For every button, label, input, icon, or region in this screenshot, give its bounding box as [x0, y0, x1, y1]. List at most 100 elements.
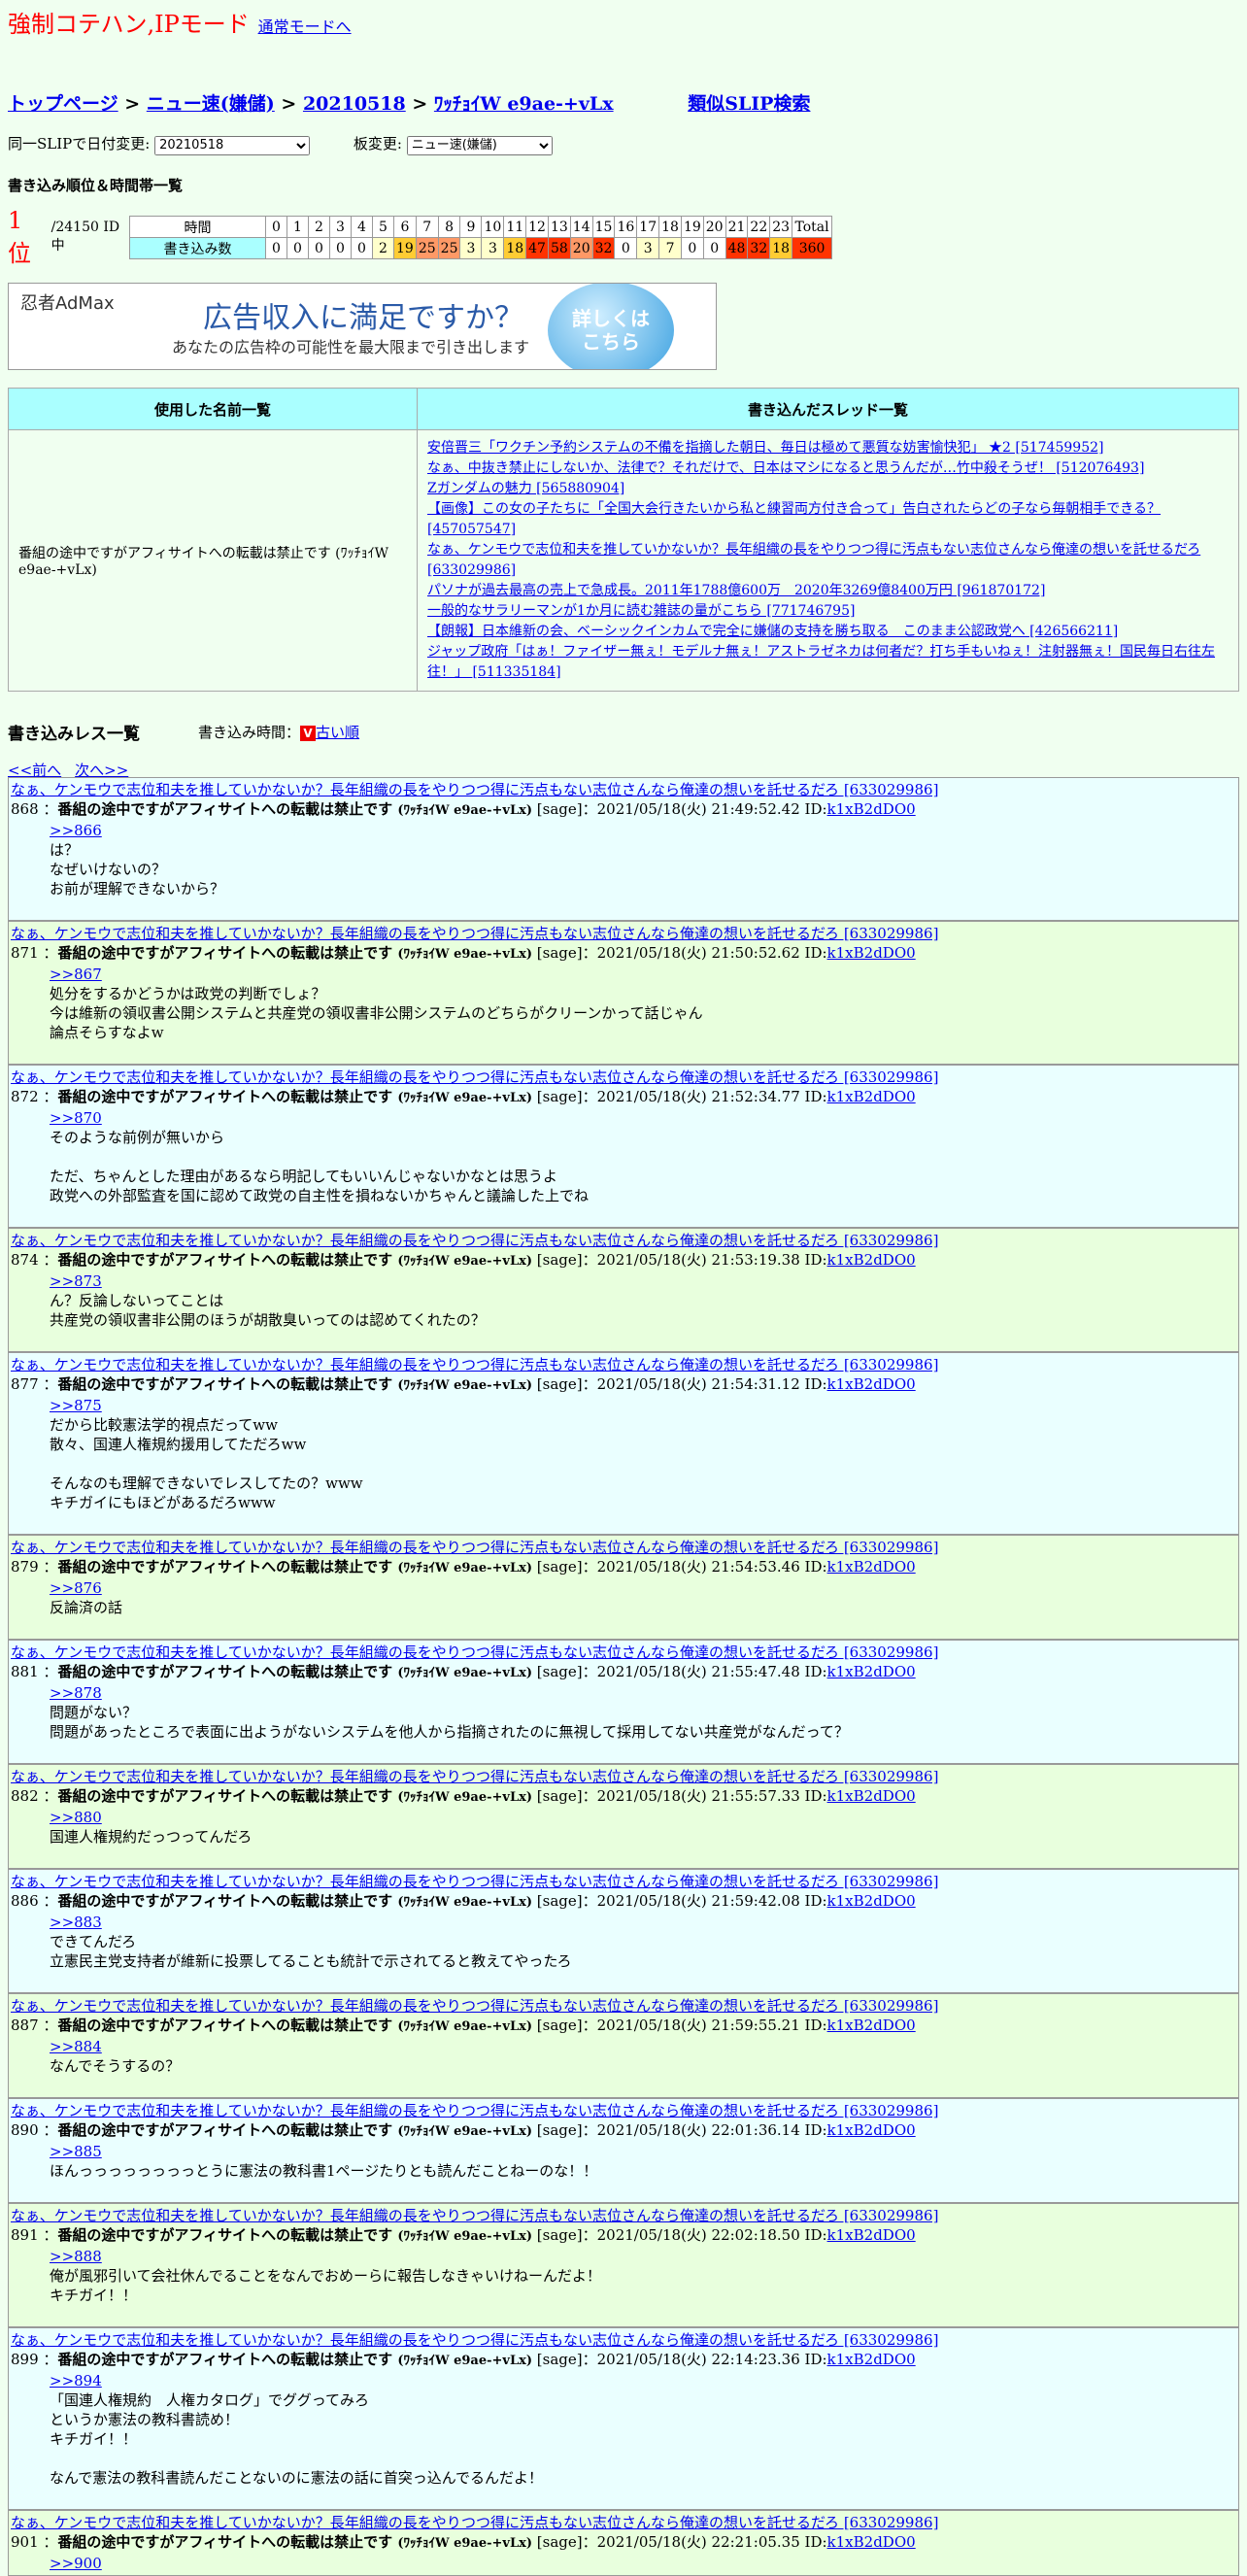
reply-anchor-link[interactable]: >>885: [50, 2143, 102, 2160]
post-thread-link[interactable]: なぁ、ケンモウで志位和夫を推していかないか？長年組織の長をやりつつ得に汚点もない…: [11, 2207, 938, 2224]
reply-anchor-link[interactable]: >>873: [50, 1272, 102, 1290]
thread-link[interactable]: 【朗報】日本維新の会、ベーシックインカムで完全に嫌儲の支持を勝ち取る このまま公…: [427, 624, 1118, 639]
reply-anchor-link[interactable]: >>894: [50, 2372, 102, 2390]
post-thread-link[interactable]: なぁ、ケンモウで志位和夫を推していかないか？長年組織の長をやりつつ得に汚点もない…: [11, 1997, 938, 2015]
breadcrumb-date[interactable]: 20210518: [303, 93, 406, 115]
thread-link[interactable]: 一般的なサラリーマンが1か月に読む雑誌の量がこちら [771746795]: [427, 603, 855, 619]
ranking-row: 1 位 /24150 ID中 時間 0 1 2 3 4 5 6 7 8 9 10 11 12 13 14 15…: [8, 207, 1239, 267]
reply-anchor-link[interactable]: >>878: [50, 1684, 102, 1702]
post-id-link[interactable]: k1xB2dDO0: [827, 944, 916, 962]
post-thread-link[interactable]: なぁ、ケンモウで志位和夫を推していかないか？長年組織の長をやりつつ得に汚点もない…: [11, 1232, 938, 1249]
post-id-link[interactable]: k1xB2dDO0: [827, 1787, 916, 1805]
thread-link[interactable]: ジャップ政府「はぁ！ファイザー無ぇ！モデルナ無ぇ！アストラゼネカは何者だ？打ち手…: [427, 644, 1215, 680]
breadcrumb-board[interactable]: ニュー速(嫌儲): [147, 93, 275, 115]
reply-anchor-link[interactable]: >>900: [50, 2555, 102, 2572]
post-thread-link[interactable]: なぁ、ケンモウで志位和夫を推していかないか？長年組織の長をやりつつ得に汚点もない…: [11, 1768, 938, 1785]
post-line: 俺が風邪引いて会社休んでることをなんでおめーらに報告しなきゃいけねーんだよ！: [50, 2267, 602, 2285]
mode-title: 強制コテハン,IPモード: [8, 11, 250, 38]
post-thread-link[interactable]: なぁ、ケンモウで志位和夫を推していかないか？長年組織の長をやりつつ得に汚点もない…: [11, 925, 938, 942]
post-id-link[interactable]: k1xB2dDO0: [827, 2226, 916, 2244]
post-meta: 877 ：番組の途中ですがアフィサイトへの転載は禁止です (ﾜｯﾁｮｲW e9a…: [11, 1374, 1236, 1396]
ad-details-button[interactable]: 詳しくはこちら: [548, 284, 674, 369]
post-thread-link[interactable]: なぁ、ケンモウで志位和夫を推していかないか？長年組織の長をやりつつ得に汚点もない…: [11, 781, 938, 798]
date-select[interactable]: 20210518: [154, 135, 311, 155]
reply-anchor-link[interactable]: >>880: [50, 1809, 102, 1826]
post-line: [50, 2449, 1236, 2468]
ad-headline: 広告収入に満足ですか？: [203, 301, 523, 335]
post: なぁ、ケンモウで志位和夫を推していかないか？長年組織の長をやりつつ得に汚点もない…: [8, 921, 1239, 1065]
thread-link[interactable]: 【画像】この女の子たちに「全国大会行きたいから私と練習両方付き合って」告白された…: [427, 501, 1161, 537]
thread-link[interactable]: なぁ、ケンモウで志位和夫を推していかないか？長年組織の長をやりつつ得に汚点もない…: [427, 542, 1200, 578]
post-body: >>876 反論済の話: [11, 1578, 1236, 1637]
normal-mode-link[interactable]: 通常モードへ: [258, 17, 352, 36]
reply-anchor-link[interactable]: >>875: [50, 1397, 102, 1414]
next-page-link[interactable]: 次へ>>: [75, 762, 128, 779]
post-thread-link[interactable]: なぁ、ケンモウで志位和夫を推していかないか？長年組織の長をやりつつ得に汚点もない…: [11, 1068, 938, 1086]
hour-cell: 22: [747, 216, 771, 238]
thread-link[interactable]: なぁ、中抜き禁止にしないか、法律で？それだけで、日本はマシになると思うんだが…竹…: [427, 460, 1144, 476]
ad-banner[interactable]: 忍者AdMax 広告収入に満足ですか？ あなたの広告枠の可能性を最大限まで引き出…: [8, 283, 717, 370]
hour-cell: 10: [481, 216, 505, 238]
order-label: 書き込み時間：: [198, 723, 301, 741]
post-number: 881 ：: [11, 1663, 58, 1680]
post-line: だから比較憲法学的視点だってww: [50, 1416, 278, 1434]
post-id-link[interactable]: k1xB2dDO0: [827, 800, 916, 818]
post-id-link[interactable]: k1xB2dDO0: [827, 1088, 916, 1105]
post-id-link[interactable]: k1xB2dDO0: [827, 1375, 916, 1393]
thread-link[interactable]: パソナが過去最高の売上で急成長。2011年1788億600万 2020年3269…: [427, 583, 1045, 598]
count-cell: 0: [308, 237, 330, 259]
poster-name: 番組の途中ですがアフィサイトへの転載は禁止です: [57, 1251, 398, 1269]
breadcrumb-slip[interactable]: ﾜｯﾁｮｲW e9ae-+vLx: [434, 93, 614, 115]
count-cell: 19: [393, 237, 417, 259]
post-id-link[interactable]: k1xB2dDO0: [827, 2017, 916, 2034]
post-thread-link[interactable]: なぁ、ケンモウで志位和夫を推していかないか？長年組織の長をやりつつ得に汚点もない…: [11, 1644, 938, 1661]
post-meta: 874 ：番組の途中ですがアフィサイトへの転載は禁止です (ﾜｯﾁｮｲW e9a…: [11, 1250, 1236, 1271]
board-change-label: 板変更:: [353, 135, 402, 153]
count-cell: 25: [437, 237, 461, 259]
hour-cell: 13: [547, 216, 571, 238]
thread-link[interactable]: 安倍晋三「ワクチン予約システムの不備を指摘した朝日、毎日は極めて悪質な妨害愉快犯…: [427, 440, 1103, 456]
post-time: [sage]：2021/05/18(火) 22:14:23.36 ID:: [532, 2351, 827, 2368]
post-line: 立憲民主党支持者が維新に投票してることも統計で示されてると教えてやったろ: [50, 1952, 572, 1970]
post-thread-link[interactable]: なぁ、ケンモウで志位和夫を推していかないか？長年組織の長をやりつつ得に汚点もない…: [11, 1539, 938, 1556]
count-cell: 25: [415, 237, 439, 259]
reply-anchor-link[interactable]: >>866: [50, 822, 102, 839]
count-cell: 0: [286, 237, 309, 259]
board-select[interactable]: ニュー速(嫌儲): [406, 135, 553, 155]
threads-header: 書き込んだスレッド一覧: [417, 388, 1239, 430]
post-thread-link[interactable]: なぁ、ケンモウで志位和夫を推していかないか？長年組織の長をやりつつ得に汚点もない…: [11, 2102, 938, 2119]
post-id-link[interactable]: k1xB2dDO0: [827, 1558, 916, 1576]
post-thread-link[interactable]: なぁ、ケンモウで志位和夫を推していかないか？長年組織の長をやりつつ得に汚点もない…: [11, 1873, 938, 1890]
breadcrumb: トップページ > ニュー速(嫌儲) > 20210518 > ﾜｯﾁｮｲW e9…: [8, 89, 1239, 119]
post-thread-link[interactable]: なぁ、ケンモウで志位和夫を推していかないか？長年組織の長をやりつつ得に汚点もない…: [11, 2514, 938, 2531]
oldest-first-link[interactable]: 古い順: [316, 724, 359, 741]
post: なぁ、ケンモウで志位和夫を推していかないか？長年組織の長をやりつつ得に汚点もない…: [8, 1869, 1239, 1993]
reply-anchor-link[interactable]: >>876: [50, 1579, 102, 1597]
reply-anchor-link[interactable]: >>870: [50, 1109, 102, 1127]
thread-link[interactable]: Zガンダムの魅力 [565880904]: [427, 481, 624, 496]
hour-cell: 7: [415, 216, 439, 238]
post-id-link[interactable]: k1xB2dDO0: [827, 1251, 916, 1269]
count-cell: 3: [459, 237, 483, 259]
hour-cell: 14: [569, 216, 593, 238]
prev-page-link[interactable]: <<前へ: [8, 762, 61, 779]
post-id-link[interactable]: k1xB2dDO0: [827, 1892, 916, 1910]
poster-trip: (ﾜｯﾁｮｲW e9ae-+vLx): [397, 1378, 533, 1393]
reply-anchor-link[interactable]: >>888: [50, 2248, 102, 2265]
selectors: 同一SLIPで日付変更: 20210518 板変更: ニュー速(嫌儲): [8, 132, 1239, 155]
post-id-link[interactable]: k1xB2dDO0: [827, 2351, 916, 2368]
thread-list: 安倍晋三「ワクチン予約システムの不備を指摘した朝日、毎日は極めて悪質な妨害愉快犯…: [417, 429, 1239, 692]
similar-slip-search-link[interactable]: 類似SLIP検索: [688, 93, 810, 115]
post-id-link[interactable]: k1xB2dDO0: [827, 2533, 916, 2551]
page: 強制コテハン,IPモード 通常モードへ トップページ > ニュー速(嫌儲) > …: [0, 0, 1247, 2576]
post-thread-link[interactable]: なぁ、ケンモウで志位和夫を推していかないか？長年組織の長をやりつつ得に汚点もない…: [11, 1356, 938, 1373]
reply-anchor-link[interactable]: >>867: [50, 966, 102, 983]
post-id-link[interactable]: k1xB2dDO0: [827, 2121, 916, 2139]
poster-name: 番組の途中ですがアフィサイトへの転載は禁止です: [57, 1892, 398, 1910]
post-body: >>875 だから比較憲法学的視点だってww 散々、国連人権規約援用してただろww そ…: [11, 1396, 1236, 1532]
post-thread-link[interactable]: なぁ、ケンモウで志位和夫を推していかないか？長年組織の長をやりつつ得に汚点もない…: [11, 2331, 938, 2349]
reply-anchor-link[interactable]: >>884: [50, 2038, 102, 2055]
reply-anchor-link[interactable]: >>883: [50, 1914, 102, 1931]
post-id-link[interactable]: k1xB2dDO0: [827, 1663, 916, 1680]
breadcrumb-top[interactable]: トップページ: [8, 93, 118, 115]
